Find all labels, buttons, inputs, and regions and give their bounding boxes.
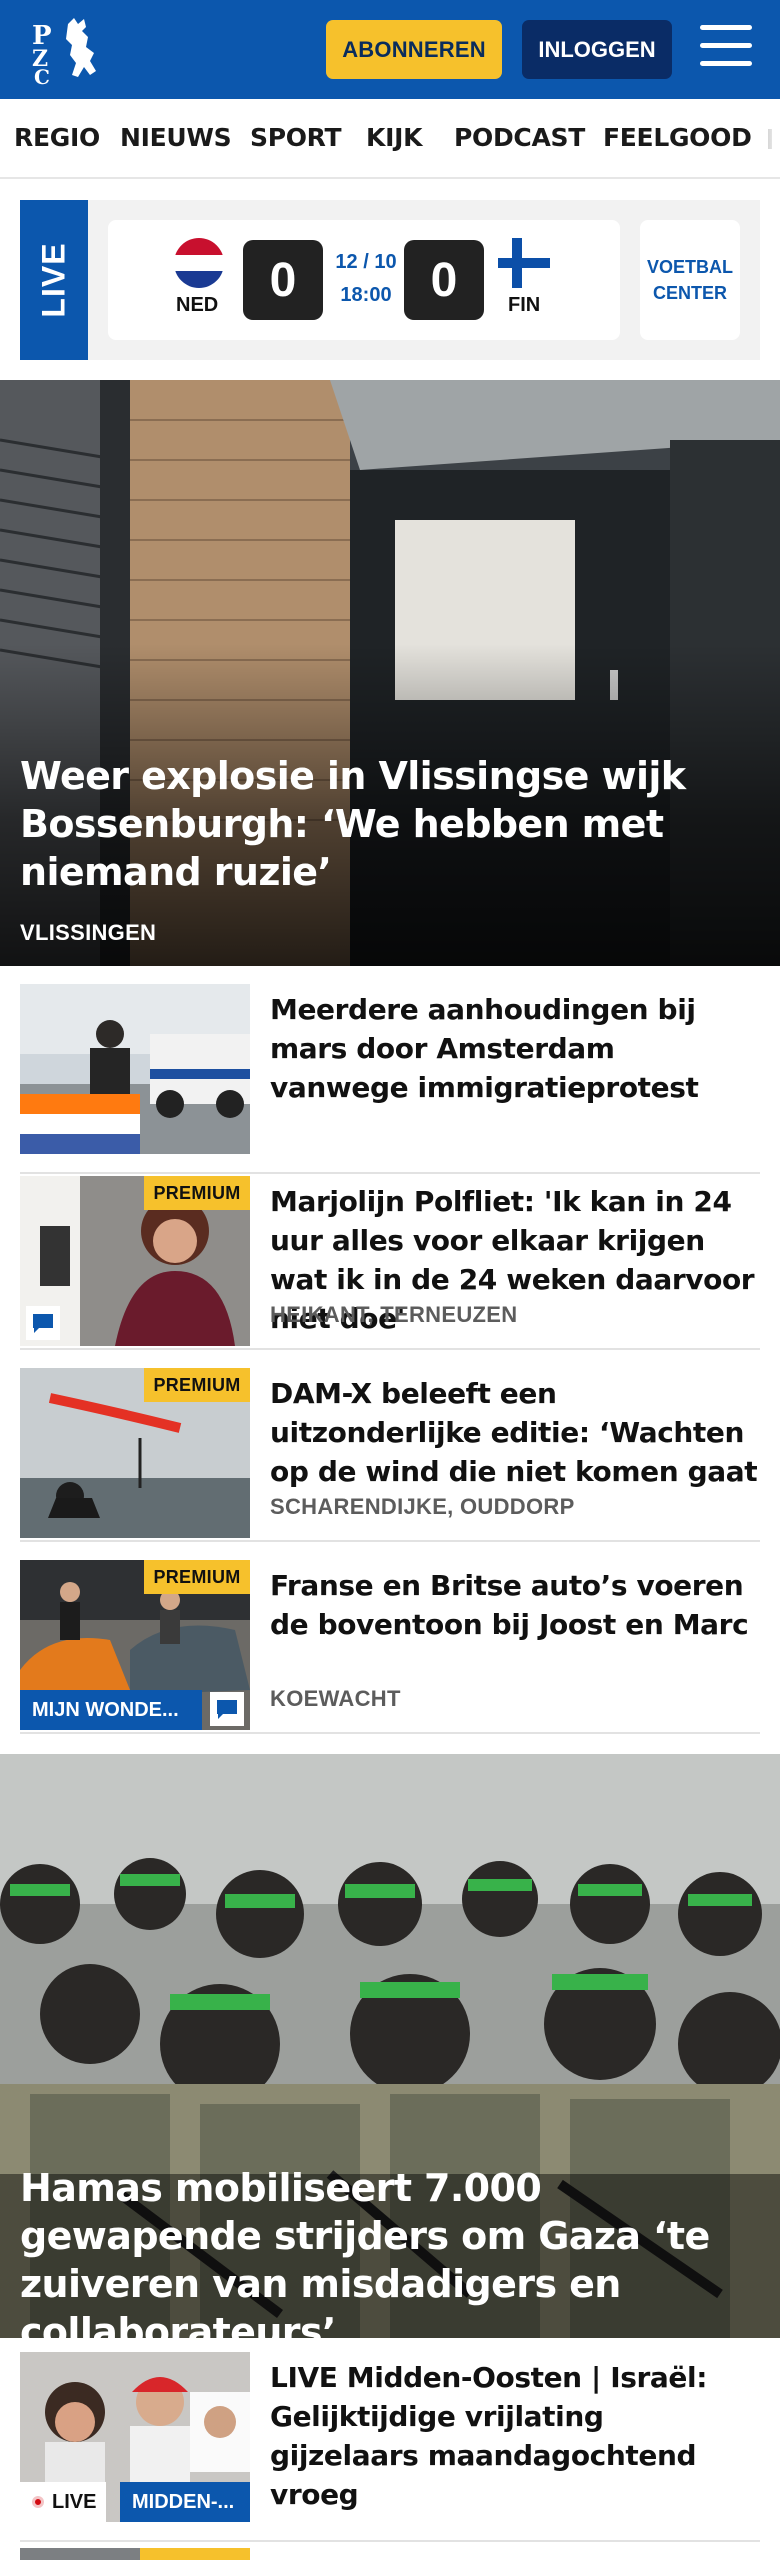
hero-story[interactable]: Weer explosie in Vlissingse wijk Bossenb… [0, 380, 780, 966]
home-score: 0 [243, 240, 323, 320]
hero-2-headline[interactable]: Hamas mobiliseert 7.000 gewapende strijd… [20, 2164, 760, 2338]
article-headline[interactable]: Meerdere aanhoudingen bij mars door Amst… [270, 990, 760, 1107]
list-item[interactable]: LIVE MIDDEN-... LIVE Midden-Oosten | Isr… [20, 2352, 760, 2542]
hero-category: VLISSINGEN [20, 920, 157, 945]
away-score: 0 [404, 240, 484, 320]
section-nav: REGIO NIEUWS SPORT KIJK PODCAST FEELGOOD [0, 99, 780, 179]
section-tag[interactable]: MIJN WONDE... [20, 1690, 202, 1730]
nav-item-sport[interactable]: SPORT [250, 123, 342, 152]
article-thumbnail: LIVE MIDDEN-... [20, 2352, 250, 2522]
premium-badge: PREMIUM [144, 1560, 250, 1594]
live-tag: LIVE [20, 2482, 107, 2522]
nav-item-podcast[interactable]: PODCAST [454, 123, 585, 152]
nav-item-feelgood[interactable]: FEELGOOD [603, 123, 752, 152]
premium-badge: PREMIUM [144, 1176, 250, 1210]
comment-icon[interactable] [26, 1306, 60, 1340]
article-headline[interactable]: Franse en Britse auto’s voeren de bovent… [270, 1566, 760, 1644]
finland-flag-icon [498, 238, 550, 288]
premium-badge: PREMIUM [144, 1368, 250, 1402]
match-date: 12 / 10 [335, 251, 397, 273]
article-location: SCHARENDIJKE, OUDDORP [270, 1494, 575, 1519]
home-team: NED [176, 294, 219, 316]
article-thumbnail: PREMIUM [20, 1368, 250, 1538]
list-item[interactable]: PREMIUM DAM-X beleeft een uitzonderlijke… [20, 1368, 760, 1542]
nav-item-regio[interactable]: REGIO [14, 123, 100, 152]
comment-icon[interactable] [210, 1692, 244, 1726]
hamburger-menu-icon[interactable] [700, 25, 752, 71]
voetbal-center-label-1: VOETBAL [646, 257, 733, 277]
article-headline[interactable]: LIVE Midden-Oosten | Israël: Gelijktijdi… [270, 2358, 760, 2514]
site-header: P Z C ABONNEREN INLOGGEN [0, 0, 780, 99]
article-thumbnail: PREMIUM [20, 1176, 250, 1346]
nav-fade [760, 99, 780, 177]
match-card[interactable]: NED 0 12 / 10 18:00 0 FIN [108, 220, 620, 340]
article-thumbnail: PREMIUM MIJN WONDE... [20, 1560, 250, 1730]
match-datetime: 12 / 10 18:00 [330, 246, 402, 312]
svg-text:C: C [34, 65, 50, 86]
hero-story-2[interactable]: Hamas mobiliseert 7.000 gewapende strijd… [0, 1754, 780, 2338]
live-tag-label: LIVE [52, 2490, 97, 2513]
article-headline[interactable]: DAM-X beleeft een uitzonderlijke editie:… [270, 1374, 760, 1491]
away-team: FIN [508, 294, 541, 316]
nav-item-kijk[interactable]: KIJK [366, 123, 422, 152]
next-premium-badge [140, 2548, 250, 2560]
article-location: HEIKANT, TERNEUZEN [270, 1302, 518, 1327]
nav-item-nieuws[interactable]: NIEUWS [120, 123, 232, 152]
hero-headline[interactable]: Weer explosie in Vlissingse wijk Bossenb… [20, 752, 760, 896]
section-tag[interactable]: MIDDEN-... [120, 2482, 250, 2522]
list-item[interactable]: Meerdere aanhoudingen bij mars door Amst… [20, 984, 760, 1174]
login-button[interactable]: INLOGGEN [522, 20, 672, 79]
live-scoreboard: LIVE NED 0 12 / 10 18:00 0 FIN VOETBAL C… [20, 200, 760, 360]
list-item[interactable]: PREMIUM MIJN WONDE... Franse en Britse a… [20, 1560, 760, 1734]
live-dot-icon [32, 2496, 44, 2508]
article-location: KOEWACHT [270, 1686, 401, 1711]
voetbal-center-label-2: CENTER [652, 283, 727, 303]
voetbal-center-button[interactable]: VOETBAL CENTER [640, 220, 740, 340]
live-label: LIVE [20, 200, 88, 360]
subscribe-button[interactable]: ABONNEREN [326, 20, 502, 79]
list-item[interactable]: PREMIUM Marjolijn Polfliet: 'Ik kan in 2… [20, 1176, 760, 1350]
pzc-logo[interactable]: P Z C [28, 14, 112, 86]
article-thumbnail [20, 984, 250, 1154]
netherlands-flag-icon [174, 238, 224, 288]
match-time: 18:00 [340, 284, 392, 306]
